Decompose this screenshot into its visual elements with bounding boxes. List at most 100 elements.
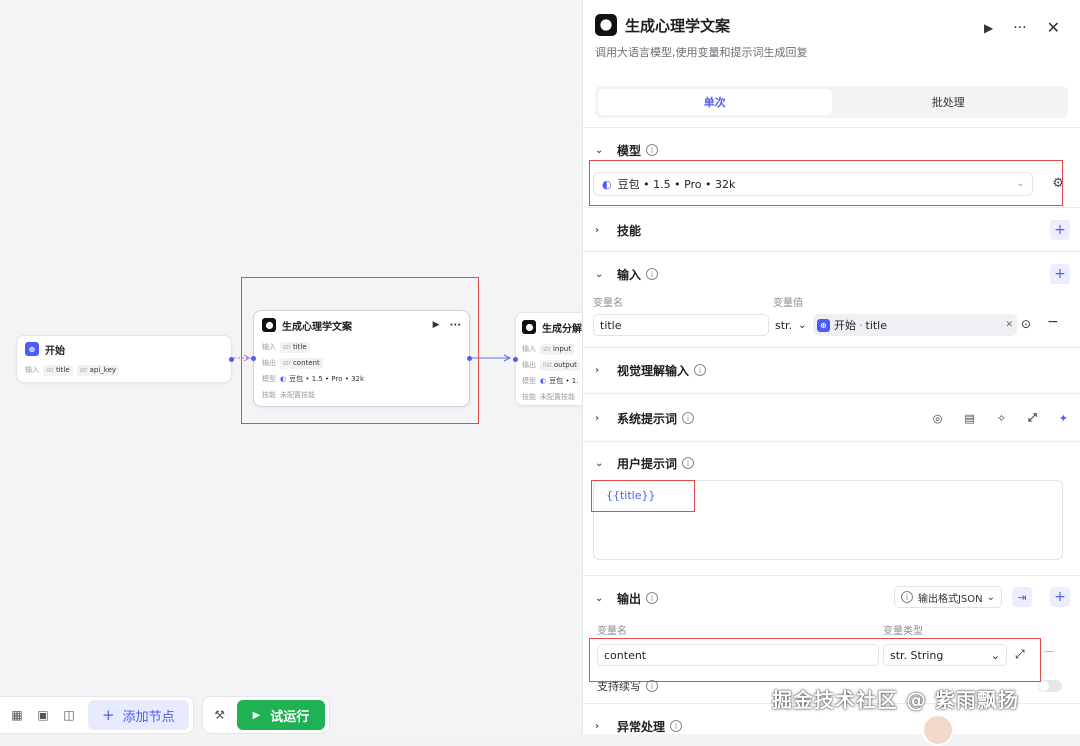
watermark: 掘金技术社区 @ 紫雨飘扬 [772, 688, 1019, 712]
remove-input-icon[interactable]: − [1047, 314, 1059, 330]
ref-var: title [865, 318, 888, 332]
more-icon[interactable]: ··· [1013, 20, 1026, 36]
expand-icon[interactable]: ⤢ [1028, 411, 1037, 425]
run-icon[interactable]: ▶ [433, 320, 440, 330]
node-config-panel: 生成心理学文案 调用大语言模型,使用变量和提示词生成回复 ▶ ··· ✕ 单次 … [582, 0, 1080, 734]
tab-single[interactable]: 单次 [598, 89, 832, 115]
llm-output-port[interactable] [467, 356, 472, 361]
io-tag: str content [280, 357, 323, 369]
io-tag: str input [540, 343, 574, 355]
section-label: 异常处理 [617, 719, 666, 734]
start-icon: ⊕ [25, 342, 39, 356]
info-icon[interactable]: i [646, 592, 659, 604]
chevron-right-icon[interactable]: › [595, 365, 609, 376]
avatar [922, 714, 954, 746]
row-label: 输入 [262, 343, 276, 351]
info-icon: i [900, 591, 913, 603]
input-ref-value[interactable]: ⊕ 开始 · title ✕ [813, 314, 1017, 336]
chevron-down-icon: ⌄ [1016, 179, 1024, 189]
skills-section: › 技能 + [583, 207, 1080, 251]
model-section: ⌄ 模型 i ◐ 豆包 • 1.5 • Pro • 32k ⌄ ⚙ [583, 127, 1080, 207]
user-prompt-editor[interactable]: {{title}} [593, 480, 1063, 560]
clear-icon[interactable]: ✕ [1005, 320, 1013, 330]
chevron-right-icon[interactable]: › [595, 721, 609, 732]
vision-section: › 视觉理解输入 i [583, 347, 1080, 393]
wrench-icon[interactable]: ⚒ [207, 702, 233, 728]
input-var-name[interactable]: title [593, 314, 769, 336]
stream-toggle[interactable] [1038, 680, 1062, 692]
info-icon[interactable]: i [646, 680, 658, 692]
col-label: 变量值 [773, 298, 803, 309]
section-label: 输入 [617, 267, 642, 282]
view-tools: ▦ ▣ ◫ + 添加节点 [0, 696, 194, 734]
expand-icon[interactable]: ⤢ [1015, 647, 1025, 662]
section-label: 输出 [617, 591, 642, 606]
llm-input-port[interactable] [251, 356, 256, 361]
section-label: 模型 [617, 143, 642, 158]
chevron-right-icon[interactable]: › [595, 225, 609, 236]
llm-node[interactable]: 生成心理学文案 ▶ ··· 输入 str title 输出 str content 模型 ◐… [251, 310, 472, 407]
model-select[interactable]: ◐ 豆包 • 1.5 • Pro • 32k ⌄ [593, 172, 1033, 196]
io-tag: str title [280, 341, 310, 353]
settings-icon[interactable]: ⚙ [1052, 176, 1064, 191]
chevron-down-icon[interactable]: ⌄ [595, 145, 609, 156]
chevron-down-icon[interactable]: ⌄ [595, 269, 609, 280]
chevron-down-icon: ⌄ [986, 591, 995, 603]
input-type-select[interactable]: str. ⌄ [775, 314, 806, 336]
llm-icon [595, 14, 617, 36]
remove-output-icon[interactable]: − [1043, 644, 1055, 660]
info-icon[interactable]: i [694, 364, 707, 376]
info-icon[interactable]: i [646, 144, 659, 156]
add-skill-button[interactable]: + [1050, 220, 1070, 240]
section-label: 用户提示词 [617, 456, 678, 471]
io-tag: list output [540, 359, 580, 371]
compass-icon[interactable]: ◎ [933, 412, 943, 425]
target-icon[interactable]: ⊙ [1021, 317, 1031, 331]
bottom-toolbar: ▦ ▣ ◫ + 添加节点 ⚒ ▶ 试运行 [0, 696, 338, 734]
add-input-button[interactable]: + [1050, 264, 1070, 284]
row-label: 模型 [262, 375, 276, 383]
add-node-button[interactable]: + 添加节点 [88, 700, 189, 730]
llm-icon [262, 318, 276, 332]
test-run-button[interactable]: ▶ 试运行 [236, 700, 326, 730]
start-node[interactable]: ⊕ 开始 输入 str title str api_key [16, 335, 234, 383]
grid-icon[interactable]: ▦ [4, 702, 30, 728]
row-label: 模型 [522, 377, 536, 385]
info-icon[interactable]: i [646, 268, 659, 280]
col-label: 变量名 [597, 626, 627, 637]
library-icon[interactable]: ▤ [964, 412, 974, 425]
add-output-button[interactable]: + [1050, 587, 1070, 607]
section-label: 技能 [617, 223, 642, 238]
row-label: 技能 [262, 391, 276, 399]
stream-label: 支持续写 i [597, 678, 658, 694]
row-label: 技能 [522, 393, 536, 401]
minimap-icon[interactable]: ◫ [56, 702, 82, 728]
tab-batch[interactable]: 批处理 [832, 89, 1066, 115]
next-input-port[interactable] [513, 357, 518, 362]
more-icon[interactable]: ··· [450, 320, 461, 331]
close-icon[interactable]: ✕ [1047, 18, 1060, 37]
ai-sparkle-icon[interactable]: ✦ [1059, 412, 1068, 425]
output-type-select[interactable]: str. String ⌄ [883, 644, 1007, 666]
bulb-icon[interactable]: ✧ [997, 412, 1006, 425]
chevron-down-icon[interactable]: ⌄ [595, 593, 609, 604]
info-icon[interactable]: i [682, 457, 695, 469]
skill-value: 未配置技能 [540, 393, 575, 401]
chevron-down-icon[interactable]: ⌄ [595, 458, 609, 469]
info-icon[interactable]: i [682, 412, 695, 424]
ref-separator: · [859, 318, 863, 332]
doubao-icon: ◐ [540, 377, 547, 385]
model-value: 豆包 • 1.5 • Pro • 32k [289, 375, 365, 383]
import-icon[interactable]: ⇥ [1012, 587, 1032, 607]
section-label: 视觉理解输入 [617, 363, 690, 378]
image-icon[interactable]: ▣ [30, 702, 56, 728]
run-icon[interactable]: ▶ [984, 21, 993, 35]
info-icon[interactable]: i [670, 720, 683, 732]
output-var-name[interactable]: content [597, 644, 879, 666]
next-node[interactable]: 生成分解 输入 str input 输出 list output 模型 ◐ 豆包 • 1. … [513, 312, 582, 406]
output-format-select[interactable]: i 输出格式JSON ⌄ [893, 586, 1002, 608]
ref-node: 开始 [834, 319, 856, 332]
chevron-right-icon[interactable]: › [595, 413, 609, 424]
workflow-canvas[interactable]: ⊕ 开始 输入 str title str api_key 生成心理学文案 ▶ ··· … [0, 0, 582, 734]
row-label: 输出 [262, 359, 276, 367]
